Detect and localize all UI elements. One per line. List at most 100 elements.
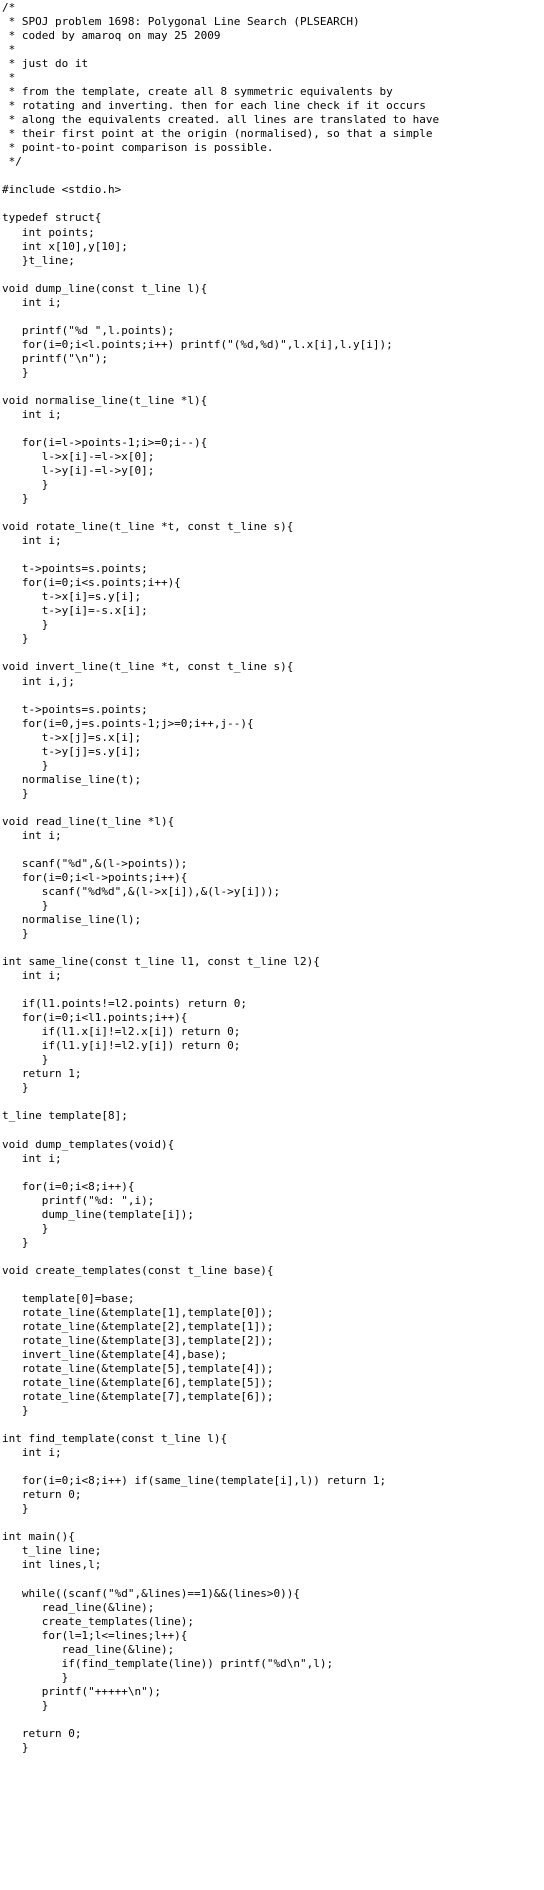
- code-line: return 0;: [2, 1488, 82, 1502]
- code-line: }: [2, 1235, 29, 1249]
- code-line: rotate_line(&template[7],template[6]);: [2, 1390, 274, 1404]
- code-line: int lines,l;: [2, 1558, 102, 1572]
- code-line: int same_line(const t_line l1, const t_l…: [2, 955, 320, 969]
- code-line: for(i=0;i<l1.points;i++){: [2, 1011, 188, 1025]
- code-line: * coded by amaroq on may 25 2009: [2, 29, 221, 43]
- code-line: t_line template[8];: [2, 1109, 128, 1123]
- code-line: }: [2, 365, 29, 379]
- code-line: return 0;: [2, 1726, 82, 1740]
- code-line: void rotate_line(t_line *t, const t_line…: [2, 520, 294, 534]
- code-line: for(i=0,j=s.points-1;j>=0;i++,j--){: [2, 716, 254, 730]
- code-line: typedef struct{: [2, 211, 102, 225]
- code-line: void read_line(t_line *l){: [2, 814, 175, 828]
- code-line: rotate_line(&template[3],template[2]);: [2, 1333, 274, 1347]
- code-line: *: [2, 71, 16, 85]
- code-line: */: [2, 155, 22, 169]
- code-line: rotate_line(&template[6],template[5]);: [2, 1376, 274, 1390]
- code-line: }: [2, 632, 29, 646]
- code-line: int i;: [2, 1151, 62, 1165]
- code-line: void dump_line(const t_line l){: [2, 281, 208, 295]
- code-line: dump_line(template[i]);: [2, 1207, 195, 1221]
- code-line: * from the template, create all 8 symmet…: [2, 85, 393, 99]
- code-line: *: [2, 43, 16, 57]
- code-line: invert_line(&template[4],base);: [2, 1348, 228, 1361]
- code-line: * SPOJ problem 1698: Polygonal Line Sear…: [2, 15, 360, 29]
- code-line: }: [2, 786, 29, 800]
- code-line: int i,j;: [2, 674, 75, 688]
- code-line: int i;: [2, 295, 62, 309]
- code-line: #include <stdio.h>: [2, 183, 122, 197]
- code-line: void create_templates(const t_line base)…: [2, 1263, 274, 1277]
- code-line: }: [2, 1698, 49, 1712]
- code-line: printf("%d: ",i);: [2, 1193, 155, 1207]
- code-line: printf("+++++\n");: [2, 1684, 161, 1698]
- code-line: void normalise_line(t_line *l){: [2, 393, 208, 407]
- code-line: if(find_template(line)) printf("%d\n",l)…: [2, 1656, 334, 1670]
- code-line: int i;: [2, 534, 62, 548]
- code-line: for(i=0;i<s.points;i++){: [2, 576, 181, 590]
- code-line: scanf("%d%d",&(l->x[i]),&(l->y[i]));: [2, 884, 281, 898]
- code-line: void dump_templates(void){: [2, 1137, 175, 1151]
- code-line: while((scanf("%d",&lines)==1)&&(lines>0)…: [2, 1586, 301, 1600]
- code-line: }: [2, 1081, 29, 1095]
- code-line: return 1;: [2, 1067, 82, 1081]
- code-line: rotate_line(&template[1],template[0]);: [2, 1305, 274, 1319]
- code-line: int find_template(const t_line l){: [2, 1432, 228, 1446]
- code-line: * their first point at the origin (norma…: [2, 127, 433, 141]
- code-line: t->points=s.points;: [2, 562, 148, 576]
- code-line: if(l1.y[i]!=l2.y[i]) return 0;: [2, 1039, 241, 1053]
- code-line: l->x[i]-=l->x[0];: [2, 450, 155, 463]
- code-line: create_templates(line);: [2, 1614, 195, 1628]
- code-line: printf("\n");: [2, 351, 108, 365]
- code-line: * point-to-point comparison is possible.: [2, 141, 274, 155]
- code-line: }: [2, 492, 29, 506]
- code-line: * just do it: [2, 57, 89, 71]
- code-line: int x[10],y[10];: [2, 239, 128, 253]
- code-line: }: [2, 1502, 29, 1516]
- code-line: int i;: [2, 407, 62, 421]
- code-line: }: [2, 899, 49, 912]
- code-line: read_line(&line);: [2, 1600, 155, 1614]
- code-line: }t_line;: [2, 253, 75, 267]
- code-line: l->y[i]-=l->y[0];: [2, 464, 155, 478]
- code-line: t->y[i]=-s.x[i];: [2, 604, 148, 618]
- code-line: for(l=1;l<=lines;l++){: [2, 1628, 188, 1642]
- code-line: rotate_line(&template[5],template[4]);: [2, 1362, 274, 1376]
- code-line: }: [2, 478, 49, 492]
- code-line: t->y[j]=s.y[i];: [2, 744, 142, 758]
- code-line: }: [2, 927, 29, 941]
- code-line: }: [2, 1670, 69, 1684]
- code-line: t->x[j]=s.x[i];: [2, 730, 142, 744]
- code-line: int points;: [2, 225, 95, 239]
- code-line: printf("%d ",l.points);: [2, 323, 175, 337]
- code-line: if(l1.points!=l2.points) return 0;: [2, 997, 248, 1011]
- code-line: }: [2, 1740, 29, 1754]
- code-line: rotate_line(&template[2],template[1]);: [2, 1319, 274, 1333]
- code-line: t->x[i]=s.y[i];: [2, 590, 142, 604]
- code-line: for(i=0;i<8;i++){: [2, 1179, 135, 1193]
- code-line: }: [2, 758, 49, 772]
- code-line: normalise_line(l);: [2, 913, 142, 927]
